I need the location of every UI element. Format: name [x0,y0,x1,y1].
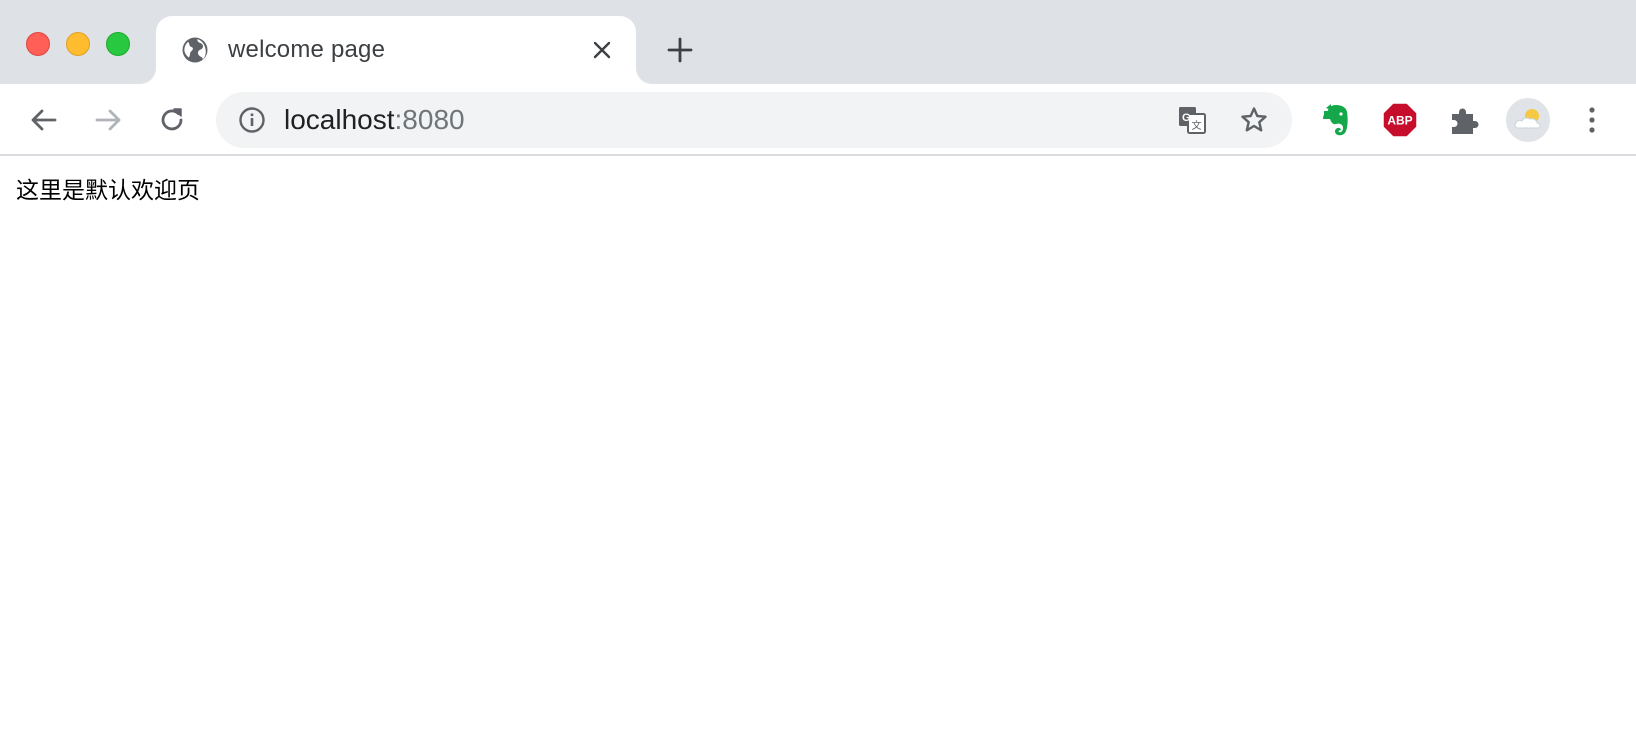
back-button[interactable] [22,98,66,142]
svg-text:文: 文 [1192,119,1202,132]
new-tab-button[interactable] [660,30,700,70]
tab-active[interactable]: welcome page [156,16,636,84]
extensions-puzzle-icon [1452,108,1479,134]
plus-icon [667,37,693,63]
arrow-right-icon [95,109,121,131]
window-maximize-button[interactable] [106,32,130,56]
svg-text:ABP: ABP [1387,114,1412,128]
window-minimize-button[interactable] [66,32,90,56]
forward-button[interactable] [86,98,130,142]
adblock-plus-icon: ABP [1382,102,1418,138]
browser-toolbar: localhost:8080 G 文 ABP [0,84,1636,156]
adblock-plus-extension-button[interactable]: ABP [1374,94,1426,146]
address-bar[interactable]: localhost:8080 G 文 [216,92,1292,148]
url-host: localhost [284,104,395,135]
window-close-button[interactable] [26,32,50,56]
arrow-left-icon [31,109,57,131]
weather-avatar-icon [1514,109,1541,129]
evernote-extension-button[interactable] [1310,94,1362,146]
bookmark-star-icon[interactable] [1236,102,1272,138]
translate-icon[interactable]: G 文 [1174,102,1210,138]
extensions-button[interactable] [1438,94,1490,146]
browser-window: welcome page localhost:8080 G 文 ABP 这里是默… [0,0,1636,750]
tab-close-icon[interactable] [586,34,618,66]
url-text[interactable]: localhost:8080 [284,103,465,137]
browser-menu-button[interactable] [1570,98,1614,142]
tab-strip: welcome page [0,0,1636,84]
reload-icon [161,108,183,131]
url-port: :8080 [394,104,465,135]
tab-title: welcome page [228,36,386,63]
evernote-icon [1323,104,1348,136]
profile-avatar[interactable] [1506,98,1550,142]
info-icon[interactable] [236,104,268,136]
kebab-menu-icon [1589,107,1595,133]
svg-text:G: G [1182,112,1191,124]
globe-icon [180,35,210,65]
page-content: 这里是默认欢迎页 [0,156,1636,750]
reload-button[interactable] [150,98,194,142]
welcome-text: 这里是默认欢迎页 [16,178,200,204]
